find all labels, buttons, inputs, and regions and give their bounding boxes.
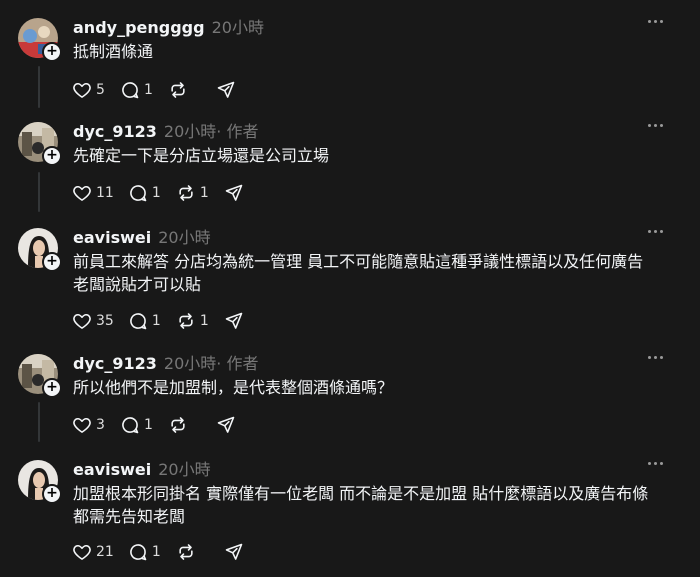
post-text-line: 加盟根本形同掛名 實際僅有一位老闆 而不論是不是加盟 貼什麼標語以及廣告布條 [73, 484, 649, 503]
post-actions: 5 1 [72, 78, 250, 102]
reply-button[interactable]: 1 [128, 311, 162, 331]
more-options-icon[interactable] [648, 124, 664, 128]
comment-icon [120, 415, 140, 435]
post-text-line: 所以他們不是加盟制，是代表整個酒條通嗎？ [73, 378, 394, 397]
reply-button[interactable]: 1 [120, 80, 154, 100]
repost-button[interactable] [176, 542, 210, 562]
post-time: 20小時 [211, 18, 264, 37]
reply-button[interactable]: 1 [120, 415, 154, 435]
post-content: 抵制酒條通 [73, 40, 673, 63]
follow-plus-icon[interactable]: + [42, 378, 62, 398]
repost-count: 1 [199, 185, 209, 201]
share-button[interactable] [216, 80, 236, 100]
username-link[interactable]: dyc_9123 [73, 122, 157, 141]
heart-icon [72, 542, 92, 562]
share-icon [216, 80, 236, 100]
username-link[interactable]: eaviswei [73, 228, 151, 247]
share-button[interactable] [224, 183, 244, 203]
post-actions: 35 1 1 [72, 309, 258, 333]
post-time: 20小時 [158, 228, 211, 247]
more-options-icon[interactable] [648, 230, 664, 234]
like-button[interactable]: 5 [72, 80, 106, 100]
reply-count: 1 [144, 417, 153, 433]
more-options-icon[interactable] [648, 462, 664, 466]
avatar[interactable]: + [18, 354, 62, 398]
comment-icon [128, 311, 148, 331]
follow-plus-icon[interactable]: + [42, 42, 62, 62]
post-actions: 11 1 1 [72, 181, 258, 205]
post-text-line: 老闆說貼才可以貼 [73, 275, 202, 294]
share-icon [224, 183, 244, 203]
like-button[interactable]: 11 [72, 183, 114, 203]
follow-plus-icon[interactable]: + [42, 484, 62, 504]
post-text-line: 都需先告知老闆 [73, 507, 186, 526]
heart-icon [72, 80, 92, 100]
follow-plus-icon[interactable]: + [42, 146, 62, 166]
avatar[interactable]: + [18, 228, 62, 272]
share-button[interactable] [216, 415, 236, 435]
post-time: 20小時 [163, 122, 217, 141]
comment-icon [128, 542, 148, 562]
avatar[interactable]: + [18, 460, 62, 504]
heart-icon [72, 183, 92, 203]
author-badge: · 作者 [216, 354, 259, 373]
heart-icon [72, 415, 92, 435]
repost-button[interactable] [168, 80, 202, 100]
post-content: 前員工來解答 分店均為統一管理 員工不可能隨意貼這種爭議性標語以及任何廣告 老闆說… [73, 250, 673, 296]
reply-count: 1 [151, 313, 161, 329]
post-text-line: 抵制酒條通 [73, 42, 154, 61]
post-time: 20小時 [158, 460, 211, 479]
post-actions: 3 1 [72, 413, 250, 437]
post-content: 所以他們不是加盟制，是代表整個酒條通嗎？ [73, 376, 673, 399]
repost-button[interactable]: 1 [176, 311, 210, 331]
share-button[interactable] [224, 311, 244, 331]
reply-count: 1 [144, 82, 153, 98]
avatar[interactable]: + [18, 122, 62, 166]
repost-icon [176, 542, 196, 562]
repost-icon [168, 415, 188, 435]
reply-count: 1 [151, 544, 161, 560]
share-button[interactable] [224, 542, 244, 562]
repost-icon [176, 311, 196, 331]
more-options-icon[interactable] [648, 20, 664, 24]
post-text-line: 先確定一下是分店立場還是公司立場 [73, 146, 330, 165]
repost-button[interactable] [168, 415, 202, 435]
post-time: 20小時 [163, 354, 217, 373]
post-text-line: 前員工來解答 分店均為統一管理 員工不可能隨意貼這種爭議性標語以及任何廣告 [73, 252, 644, 271]
like-count: 35 [96, 313, 114, 329]
share-icon [216, 415, 236, 435]
comment-icon [128, 183, 148, 203]
like-button[interactable]: 21 [72, 542, 114, 562]
avatar[interactable]: + [18, 18, 62, 62]
reply-button[interactable]: 1 [128, 542, 162, 562]
share-icon [224, 311, 244, 331]
username-link[interactable]: eaviswei [73, 460, 151, 479]
username-link[interactable]: andy_pengggg [73, 18, 205, 37]
repost-count: 1 [199, 313, 209, 329]
like-count: 21 [96, 544, 114, 560]
heart-icon [72, 311, 92, 331]
reply-button[interactable]: 1 [128, 183, 162, 203]
repost-icon [168, 80, 188, 100]
like-button[interactable]: 3 [72, 415, 106, 435]
like-count: 11 [96, 185, 114, 201]
repost-icon [176, 183, 196, 203]
post-content: 加盟根本形同掛名 實際僅有一位老闆 而不論是不是加盟 貼什麼標語以及廣告布條 都需… [73, 482, 673, 528]
like-count: 5 [96, 82, 105, 98]
comment-icon [120, 80, 140, 100]
share-icon [224, 542, 244, 562]
follow-plus-icon[interactable]: + [42, 252, 62, 272]
like-count: 3 [96, 417, 105, 433]
like-button[interactable]: 35 [72, 311, 114, 331]
post-actions: 21 1 [72, 540, 258, 564]
more-options-icon[interactable] [648, 356, 664, 360]
reply-count: 1 [151, 185, 161, 201]
repost-button[interactable]: 1 [176, 183, 210, 203]
author-badge: · 作者 [216, 122, 259, 141]
post-content: 先確定一下是分店立場還是公司立場 [73, 144, 673, 167]
username-link[interactable]: dyc_9123 [73, 354, 157, 373]
